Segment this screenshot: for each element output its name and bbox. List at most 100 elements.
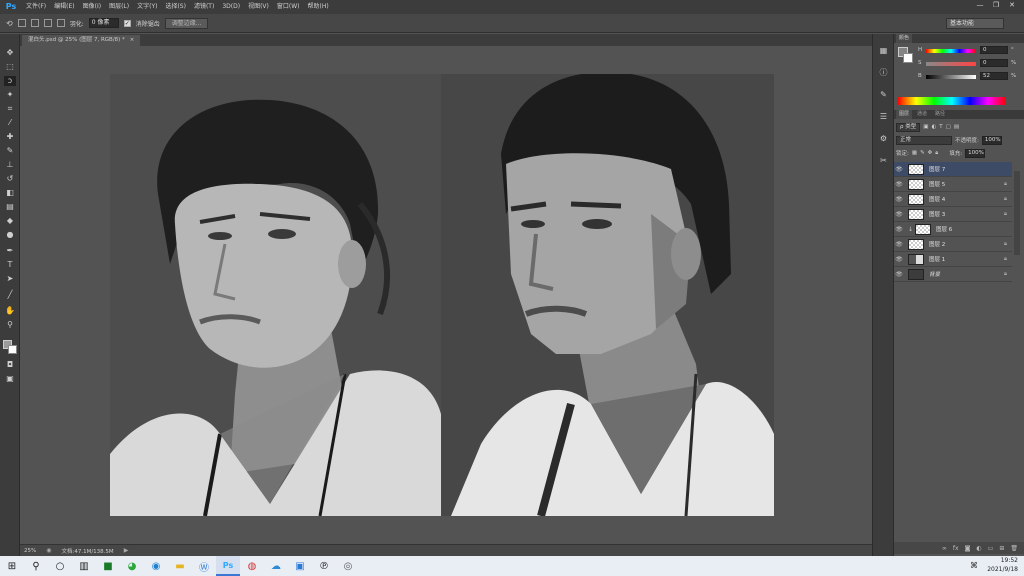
app-icon-cloud[interactable]: ☁: [264, 556, 288, 576]
menu-view[interactable]: 视图(V): [244, 0, 273, 14]
color-spectrum-bar[interactable]: [898, 97, 1006, 105]
task-view-icon[interactable]: ▥: [72, 556, 96, 576]
document-tab-close-icon[interactable]: ×: [130, 37, 135, 43]
app-icon-1[interactable]: ■: [96, 556, 120, 576]
layer-filter-select[interactable]: ρ 类型: [896, 122, 921, 132]
app-icon-red[interactable]: ◍: [240, 556, 264, 576]
type-tool-icon[interactable]: T: [4, 260, 16, 270]
quick-select-tool-icon[interactable]: ✦: [4, 90, 16, 100]
search-icon[interactable]: ⚲: [24, 556, 48, 576]
screen-mode-icon[interactable]: ▣: [4, 374, 16, 384]
lock-all-icon[interactable]: 🔒︎: [935, 150, 938, 157]
file-explorer-icon[interactable]: ▬: [168, 556, 192, 576]
brush-presets-icon[interactable]: ✎: [878, 90, 889, 100]
layer-row-2[interactable]: 👁︎ 图层 2 🔒︎: [894, 237, 1012, 252]
pen-tool-icon[interactable]: ✒: [4, 246, 16, 256]
crop-tool-icon[interactable]: ⌗: [4, 104, 16, 114]
menu-select[interactable]: 选择(S): [161, 0, 190, 14]
lock-position-icon[interactable]: ✥: [928, 150, 933, 156]
start-windows-icon[interactable]: ⊞: [0, 556, 24, 576]
filter-shape-icon[interactable]: ▢: [946, 124, 951, 130]
visibility-eye-icon[interactable]: 👁︎: [894, 241, 904, 248]
saturation-input[interactable]: 0: [980, 59, 1008, 67]
hand-tool-icon[interactable]: ✋: [4, 306, 16, 316]
add-mask-icon[interactable]: ◙: [965, 545, 971, 552]
history-panel-icon[interactable]: ▦: [878, 46, 889, 56]
visibility-eye-icon[interactable]: 👁︎: [894, 271, 904, 278]
stamp-tool-icon[interactable]: ⊥: [4, 160, 16, 170]
cortana-icon[interactable]: ○: [48, 556, 72, 576]
visibility-eye-icon[interactable]: 👁︎: [894, 211, 904, 218]
visibility-eye-icon[interactable]: 👁︎: [894, 181, 904, 188]
feather-input[interactable]: 0 像素: [88, 18, 119, 28]
canvas-area[interactable]: [20, 46, 872, 544]
line-tool-icon[interactable]: ╱: [4, 290, 16, 300]
network-tray-icon[interactable]: ⌘: [970, 561, 978, 570]
adjustments-panel-icon[interactable]: ☰: [878, 112, 889, 122]
menu-layer[interactable]: 图层(L): [105, 0, 133, 14]
hue-input[interactable]: 0: [980, 46, 1008, 54]
healing-tool-icon[interactable]: ✚: [4, 132, 16, 142]
menu-filter[interactable]: 滤镜(T): [190, 0, 218, 14]
properties-panel-icon[interactable]: ⚙: [878, 134, 889, 144]
visibility-eye-icon[interactable]: 👁︎: [894, 166, 904, 173]
status-menu-arrow-icon[interactable]: ▶: [124, 547, 129, 554]
opacity-input[interactable]: 100%: [981, 135, 1002, 145]
menu-image[interactable]: 图像(I): [79, 0, 105, 14]
workspace-select[interactable]: 基本功能: [946, 18, 1004, 29]
info-panel-icon[interactable]: ⓘ: [878, 68, 889, 78]
app-icon-blue[interactable]: ▣: [288, 556, 312, 576]
subtract-selection-icon[interactable]: [43, 19, 52, 27]
marquee-tool-icon[interactable]: ⬚: [4, 62, 16, 72]
lock-transparent-icon[interactable]: ▦: [912, 150, 917, 156]
eyedropper-tool-icon[interactable]: ⁄: [4, 118, 16, 128]
layer-row-1[interactable]: 👁︎ 图层 1 🔒︎: [894, 252, 1012, 267]
document-tab[interactable]: 混白头.psd @ 25% (图层 7, RGB/8) * ×: [22, 35, 141, 46]
lasso-tool-icon[interactable]: ↄ: [4, 76, 16, 86]
layer-row-6[interactable]: 👁︎ ↓ 图层 6: [894, 222, 1012, 237]
adjustment-layer-icon[interactable]: ◐: [976, 545, 981, 552]
minimize-button[interactable]: —: [974, 0, 986, 10]
background-color-swatch[interactable]: [8, 345, 17, 354]
status-info-icon[interactable]: ◉: [46, 547, 51, 554]
blend-mode-select[interactable]: 正常: [896, 135, 952, 145]
brush-tool-icon[interactable]: ✎: [4, 146, 16, 156]
visibility-eye-icon[interactable]: 👁︎: [894, 196, 904, 203]
app-icon-p[interactable]: ℗: [312, 556, 336, 576]
edge-browser-icon[interactable]: ◉: [144, 556, 168, 576]
delete-layer-icon[interactable]: 🗑︎: [1010, 545, 1018, 552]
blur-tool-icon[interactable]: ◆: [4, 216, 16, 226]
lasso-tool-preset-icon[interactable]: ⟲: [6, 19, 13, 28]
new-group-icon[interactable]: ▭: [988, 545, 994, 552]
menu-3d[interactable]: 3D(D): [218, 0, 244, 14]
photoshop-taskbar-icon[interactable]: Ps: [216, 556, 240, 576]
refine-edge-button[interactable]: 调整边缘...: [164, 17, 209, 29]
brightness-slider[interactable]: [926, 75, 976, 79]
layer-style-icon[interactable]: fx: [953, 545, 959, 552]
fill-input[interactable]: 100%: [965, 148, 986, 158]
tab-layers[interactable]: 图层: [896, 110, 913, 119]
close-button[interactable]: ✕: [1006, 0, 1018, 10]
menu-help[interactable]: 帮助(H): [304, 0, 333, 14]
hue-slider[interactable]: [926, 49, 976, 53]
saturation-slider[interactable]: [926, 62, 976, 66]
layer-row-background[interactable]: 👁︎ 背景 🔒︎: [894, 267, 1012, 282]
zoom-level[interactable]: 25%: [24, 548, 36, 554]
new-layer-icon[interactable]: ⊞: [999, 545, 1004, 552]
lock-pixels-icon[interactable]: ✎: [920, 150, 925, 156]
tab-paths[interactable]: 路径: [932, 110, 948, 119]
tool-presets-icon[interactable]: ✂: [878, 156, 889, 166]
eraser-tool-icon[interactable]: ◧: [4, 188, 16, 198]
menu-file[interactable]: 文件(F): [22, 0, 50, 14]
layer-row-3[interactable]: 👁︎ 图层 3 🔒︎: [894, 207, 1012, 222]
app-icon-2[interactable]: ◕: [120, 556, 144, 576]
quick-mask-icon[interactable]: ◘: [4, 360, 16, 370]
tab-channels[interactable]: 通道: [914, 110, 930, 119]
brightness-input[interactable]: 52: [980, 72, 1008, 80]
tab-color[interactable]: 颜色: [896, 34, 913, 43]
filter-smart-icon[interactable]: ▤: [954, 124, 959, 130]
visibility-eye-icon[interactable]: 👁︎: [894, 256, 904, 263]
layers-scrollbar[interactable]: [1014, 171, 1020, 255]
menu-type[interactable]: 文字(Y): [133, 0, 161, 14]
layer-row-5[interactable]: 👁︎ 图层 5 🔒︎: [894, 177, 1012, 192]
